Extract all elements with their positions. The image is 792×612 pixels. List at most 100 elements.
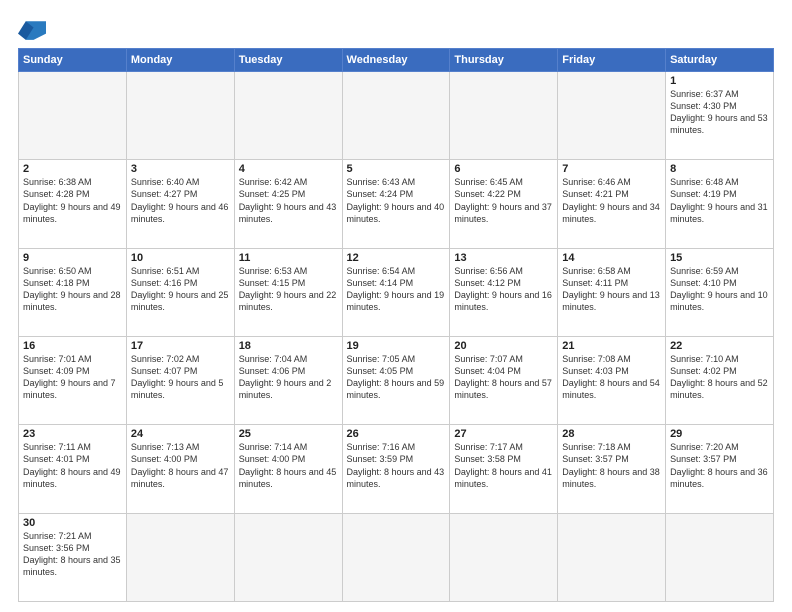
day-number: 30 <box>23 517 122 529</box>
logo <box>18 18 50 40</box>
day-number: 16 <box>23 340 122 352</box>
calendar-cell: 25Sunrise: 7:14 AM Sunset: 4:00 PM Dayli… <box>234 425 342 513</box>
calendar-cell <box>126 513 234 601</box>
day-info: Sunrise: 7:13 AM Sunset: 4:00 PM Dayligh… <box>131 441 230 490</box>
day-info: Sunrise: 7:08 AM Sunset: 4:03 PM Dayligh… <box>562 353 661 402</box>
day-info: Sunrise: 6:43 AM Sunset: 4:24 PM Dayligh… <box>347 176 446 225</box>
day-number: 21 <box>562 340 661 352</box>
calendar-cell: 21Sunrise: 7:08 AM Sunset: 4:03 PM Dayli… <box>558 336 666 424</box>
calendar-cell: 4Sunrise: 6:42 AM Sunset: 4:25 PM Daylig… <box>234 160 342 248</box>
day-info: Sunrise: 7:10 AM Sunset: 4:02 PM Dayligh… <box>670 353 769 402</box>
day-info: Sunrise: 6:42 AM Sunset: 4:25 PM Dayligh… <box>239 176 338 225</box>
day-info: Sunrise: 6:37 AM Sunset: 4:30 PM Dayligh… <box>670 88 769 137</box>
day-info: Sunrise: 7:20 AM Sunset: 3:57 PM Dayligh… <box>670 441 769 490</box>
calendar-cell: 8Sunrise: 6:48 AM Sunset: 4:19 PM Daylig… <box>666 160 774 248</box>
calendar-cell: 2Sunrise: 6:38 AM Sunset: 4:28 PM Daylig… <box>19 160 127 248</box>
calendar-cell <box>666 513 774 601</box>
day-number: 29 <box>670 428 769 440</box>
calendar-cell <box>234 513 342 601</box>
day-info: Sunrise: 7:07 AM Sunset: 4:04 PM Dayligh… <box>454 353 553 402</box>
day-info: Sunrise: 6:51 AM Sunset: 4:16 PM Dayligh… <box>131 265 230 314</box>
day-number: 20 <box>454 340 553 352</box>
calendar-cell: 11Sunrise: 6:53 AM Sunset: 4:15 PM Dayli… <box>234 248 342 336</box>
day-info: Sunrise: 7:11 AM Sunset: 4:01 PM Dayligh… <box>23 441 122 490</box>
weekday-header-friday: Friday <box>558 49 666 72</box>
weekday-header-monday: Monday <box>126 49 234 72</box>
week-row-0: 1Sunrise: 6:37 AM Sunset: 4:30 PM Daylig… <box>19 72 774 160</box>
day-number: 24 <box>131 428 230 440</box>
calendar-cell: 30Sunrise: 7:21 AM Sunset: 3:56 PM Dayli… <box>19 513 127 601</box>
calendar-cell: 6Sunrise: 6:45 AM Sunset: 4:22 PM Daylig… <box>450 160 558 248</box>
day-number: 8 <box>670 163 769 175</box>
weekday-header-wednesday: Wednesday <box>342 49 450 72</box>
calendar-cell: 10Sunrise: 6:51 AM Sunset: 4:16 PM Dayli… <box>126 248 234 336</box>
week-row-5: 30Sunrise: 7:21 AM Sunset: 3:56 PM Dayli… <box>19 513 774 601</box>
calendar-cell <box>342 72 450 160</box>
day-number: 6 <box>454 163 553 175</box>
day-number: 4 <box>239 163 338 175</box>
calendar-table: SundayMondayTuesdayWednesdayThursdayFrid… <box>18 48 774 602</box>
day-number: 27 <box>454 428 553 440</box>
day-info: Sunrise: 7:18 AM Sunset: 3:57 PM Dayligh… <box>562 441 661 490</box>
day-info: Sunrise: 7:17 AM Sunset: 3:58 PM Dayligh… <box>454 441 553 490</box>
week-row-2: 9Sunrise: 6:50 AM Sunset: 4:18 PM Daylig… <box>19 248 774 336</box>
day-number: 22 <box>670 340 769 352</box>
calendar-cell: 20Sunrise: 7:07 AM Sunset: 4:04 PM Dayli… <box>450 336 558 424</box>
calendar-cell <box>450 72 558 160</box>
generalblue-logo-icon <box>18 18 46 40</box>
calendar-cell: 1Sunrise: 6:37 AM Sunset: 4:30 PM Daylig… <box>666 72 774 160</box>
day-info: Sunrise: 7:16 AM Sunset: 3:59 PM Dayligh… <box>347 441 446 490</box>
day-number: 15 <box>670 252 769 264</box>
calendar-cell: 3Sunrise: 6:40 AM Sunset: 4:27 PM Daylig… <box>126 160 234 248</box>
day-info: Sunrise: 7:01 AM Sunset: 4:09 PM Dayligh… <box>23 353 122 402</box>
day-number: 7 <box>562 163 661 175</box>
day-number: 11 <box>239 252 338 264</box>
week-row-3: 16Sunrise: 7:01 AM Sunset: 4:09 PM Dayli… <box>19 336 774 424</box>
calendar-cell: 27Sunrise: 7:17 AM Sunset: 3:58 PM Dayli… <box>450 425 558 513</box>
weekday-header-tuesday: Tuesday <box>234 49 342 72</box>
day-number: 1 <box>670 75 769 87</box>
calendar-cell <box>450 513 558 601</box>
day-info: Sunrise: 6:56 AM Sunset: 4:12 PM Dayligh… <box>454 265 553 314</box>
calendar-cell <box>234 72 342 160</box>
day-info: Sunrise: 6:58 AM Sunset: 4:11 PM Dayligh… <box>562 265 661 314</box>
day-number: 17 <box>131 340 230 352</box>
calendar-cell: 18Sunrise: 7:04 AM Sunset: 4:06 PM Dayli… <box>234 336 342 424</box>
day-number: 26 <box>347 428 446 440</box>
day-info: Sunrise: 6:48 AM Sunset: 4:19 PM Dayligh… <box>670 176 769 225</box>
calendar-cell: 17Sunrise: 7:02 AM Sunset: 4:07 PM Dayli… <box>126 336 234 424</box>
day-number: 5 <box>347 163 446 175</box>
calendar-cell <box>19 72 127 160</box>
calendar-cell: 16Sunrise: 7:01 AM Sunset: 4:09 PM Dayli… <box>19 336 127 424</box>
calendar-cell <box>558 72 666 160</box>
day-number: 12 <box>347 252 446 264</box>
day-info: Sunrise: 7:04 AM Sunset: 4:06 PM Dayligh… <box>239 353 338 402</box>
day-number: 3 <box>131 163 230 175</box>
day-info: Sunrise: 7:05 AM Sunset: 4:05 PM Dayligh… <box>347 353 446 402</box>
calendar-cell: 19Sunrise: 7:05 AM Sunset: 4:05 PM Dayli… <box>342 336 450 424</box>
day-number: 28 <box>562 428 661 440</box>
day-number: 14 <box>562 252 661 264</box>
day-info: Sunrise: 6:46 AM Sunset: 4:21 PM Dayligh… <box>562 176 661 225</box>
calendar-cell <box>342 513 450 601</box>
week-row-1: 2Sunrise: 6:38 AM Sunset: 4:28 PM Daylig… <box>19 160 774 248</box>
calendar-cell: 9Sunrise: 6:50 AM Sunset: 4:18 PM Daylig… <box>19 248 127 336</box>
calendar-cell: 7Sunrise: 6:46 AM Sunset: 4:21 PM Daylig… <box>558 160 666 248</box>
page: SundayMondayTuesdayWednesdayThursdayFrid… <box>0 0 792 612</box>
weekday-header-row: SundayMondayTuesdayWednesdayThursdayFrid… <box>19 49 774 72</box>
day-info: Sunrise: 6:45 AM Sunset: 4:22 PM Dayligh… <box>454 176 553 225</box>
calendar-cell <box>126 72 234 160</box>
day-number: 13 <box>454 252 553 264</box>
day-info: Sunrise: 6:40 AM Sunset: 4:27 PM Dayligh… <box>131 176 230 225</box>
calendar-cell: 29Sunrise: 7:20 AM Sunset: 3:57 PM Dayli… <box>666 425 774 513</box>
week-row-4: 23Sunrise: 7:11 AM Sunset: 4:01 PM Dayli… <box>19 425 774 513</box>
day-info: Sunrise: 7:02 AM Sunset: 4:07 PM Dayligh… <box>131 353 230 402</box>
calendar-cell: 28Sunrise: 7:18 AM Sunset: 3:57 PM Dayli… <box>558 425 666 513</box>
day-number: 18 <box>239 340 338 352</box>
calendar-cell: 14Sunrise: 6:58 AM Sunset: 4:11 PM Dayli… <box>558 248 666 336</box>
calendar-cell: 24Sunrise: 7:13 AM Sunset: 4:00 PM Dayli… <box>126 425 234 513</box>
calendar-cell: 26Sunrise: 7:16 AM Sunset: 3:59 PM Dayli… <box>342 425 450 513</box>
day-info: Sunrise: 6:54 AM Sunset: 4:14 PM Dayligh… <box>347 265 446 314</box>
day-info: Sunrise: 7:14 AM Sunset: 4:00 PM Dayligh… <box>239 441 338 490</box>
weekday-header-saturday: Saturday <box>666 49 774 72</box>
